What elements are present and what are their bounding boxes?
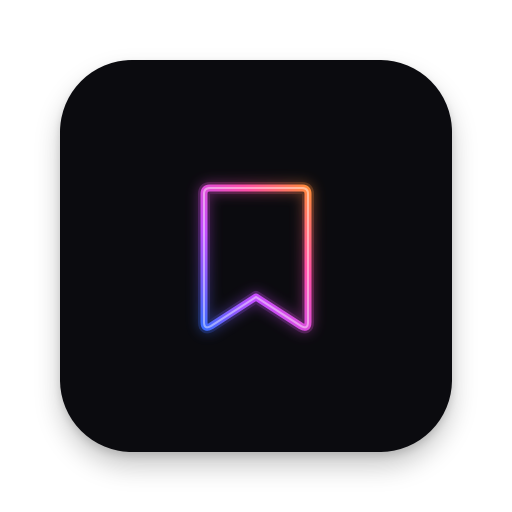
bookmark-icon [60, 60, 452, 452]
app-icon-tile[interactable] [60, 60, 452, 452]
bookmark-glow [198, 182, 314, 334]
bookmark-core [203, 187, 309, 329]
bookmark-outline [200, 184, 312, 331]
bookmark-icon-graphic [198, 182, 314, 334]
app-icon-canvas [0, 0, 512, 512]
